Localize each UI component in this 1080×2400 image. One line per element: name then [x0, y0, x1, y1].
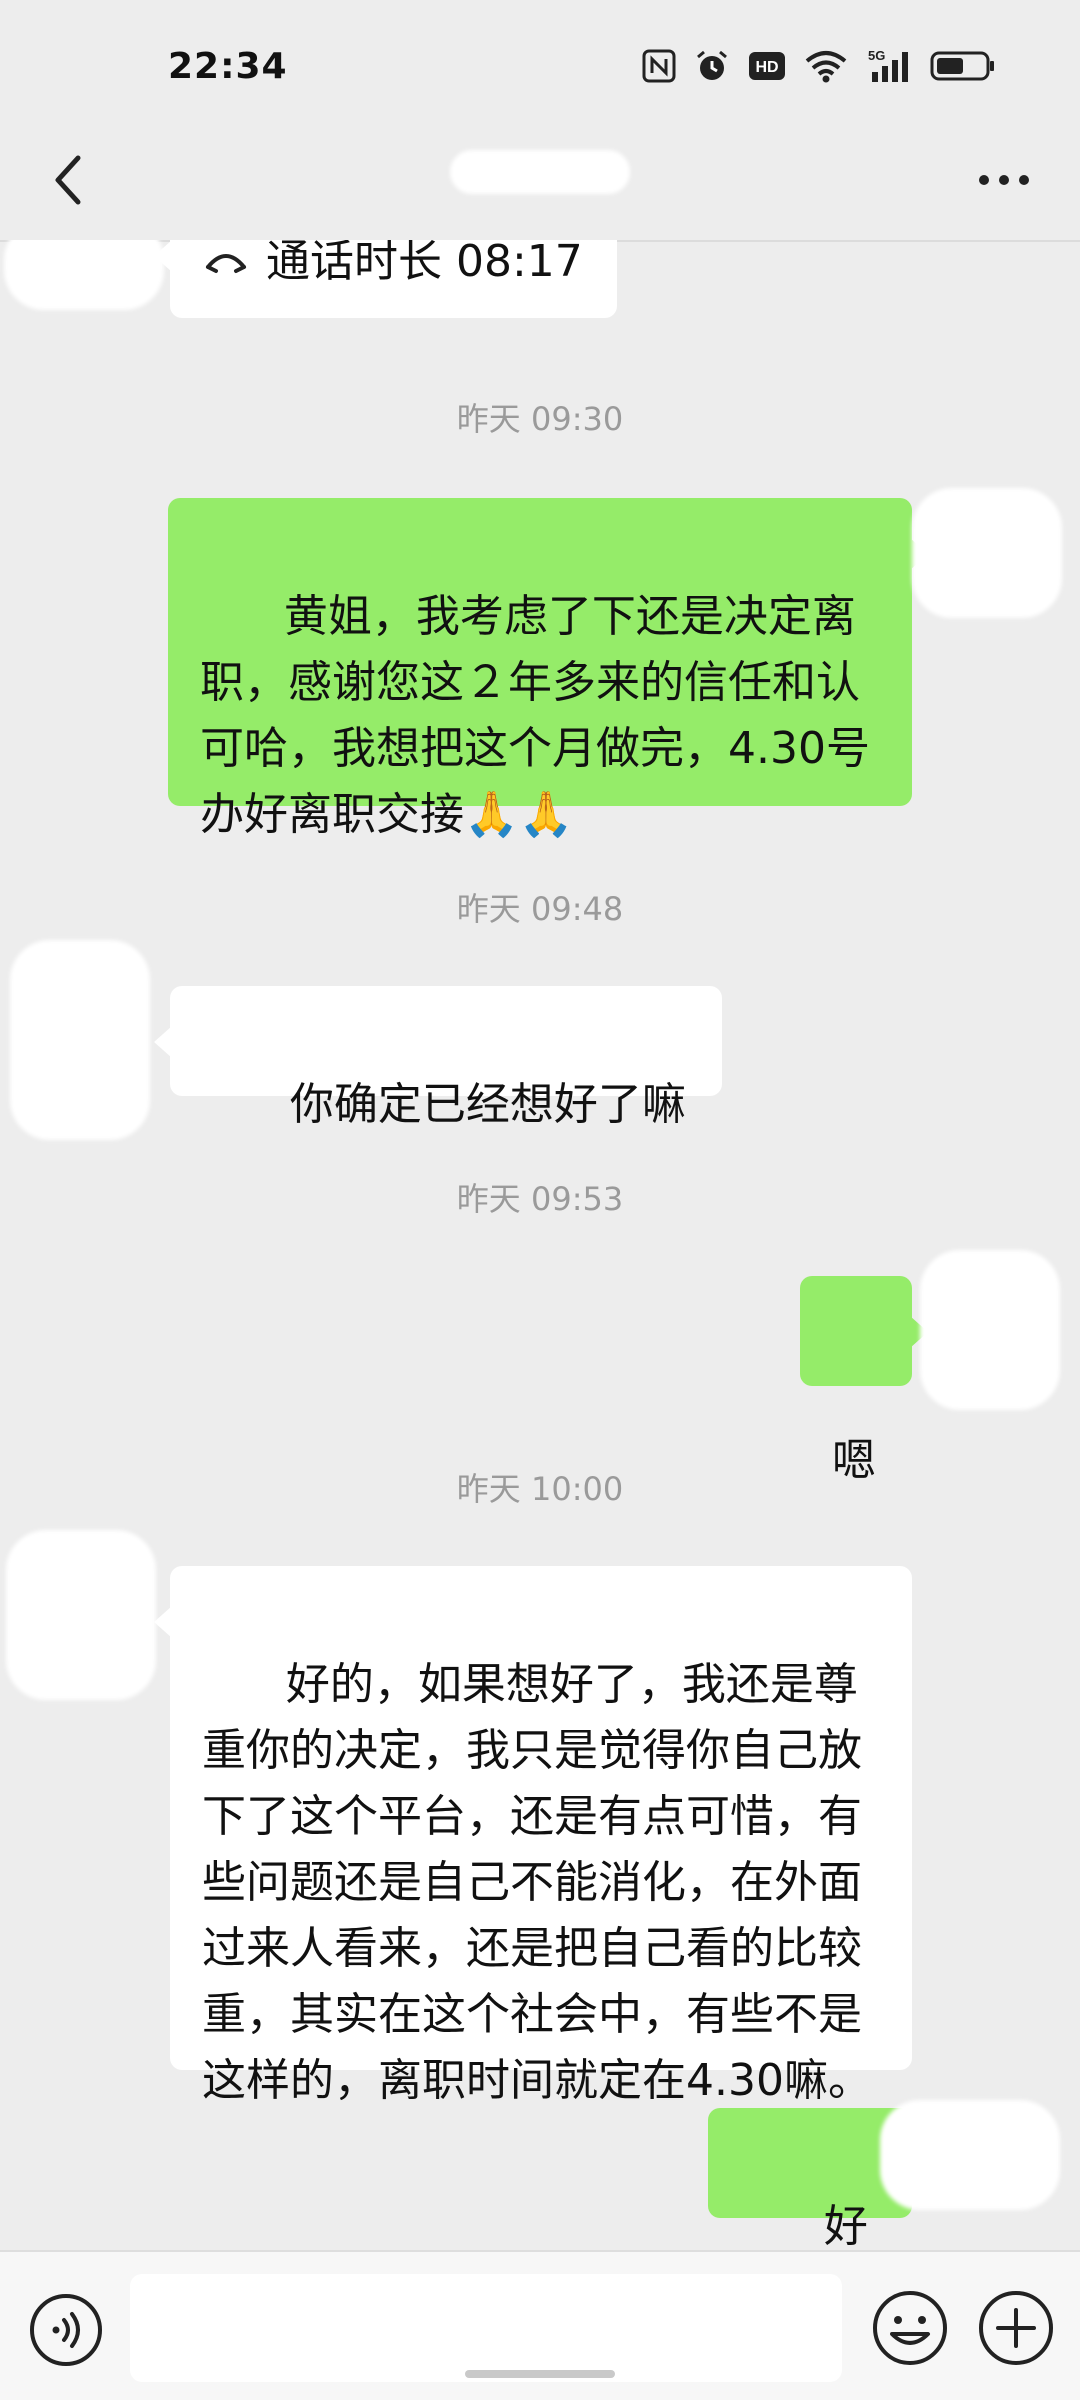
- emoji-button[interactable]: [870, 2288, 950, 2368]
- emoji-icon: [873, 2291, 947, 2365]
- status-bar: 22:34 HD 5G: [0, 0, 1080, 140]
- back-button[interactable]: [32, 144, 104, 216]
- redaction: [912, 488, 1062, 618]
- message-text: 好的哈: [823, 2201, 868, 2250]
- wifi-icon: [805, 51, 847, 83]
- redaction: [6, 1530, 156, 1700]
- redaction: [920, 1250, 1060, 1410]
- message-text: 你确定已经想好了嘛: [289, 1079, 686, 1130]
- redaction: [10, 940, 150, 1140]
- nfc-icon: [642, 49, 676, 83]
- message-list[interactable]: 通话时长 08:17 昨天 09:30 黄姐，我考虑了下还是决定离职，感谢您这２…: [0, 240, 1080, 2250]
- battery-icon: [930, 51, 994, 81]
- message-input[interactable]: [130, 2274, 842, 2382]
- redaction: [880, 2100, 1060, 2210]
- timestamp: 昨天 09:48: [456, 890, 624, 928]
- received-message-bubble[interactable]: 好的，如果想好了，我还是尊重你的决定，我只是觉得你自己放下了这个平台，还是有点可…: [154, 1566, 912, 2106]
- signal-icon: 5G: [868, 48, 908, 82]
- timestamp: 昨天 09:30: [456, 400, 624, 438]
- chat-header: [0, 120, 1080, 242]
- timestamp: 昨天 09:53: [456, 1180, 624, 1218]
- more-horizontal-icon: [979, 175, 1029, 185]
- phone-call-icon: [206, 254, 246, 273]
- status-time: 22:34: [168, 46, 288, 87]
- call-record-bubble[interactable]: 通话时长 08:17: [154, 240, 617, 318]
- sent-message-bubble[interactable]: 嗯: [800, 1276, 928, 1486]
- status-icons: HD 5G: [642, 48, 996, 84]
- more-actions-button[interactable]: [976, 2288, 1056, 2368]
- contact-name-redacted: [440, 144, 640, 204]
- received-message-bubble[interactable]: 你确定已经想好了嘛: [154, 986, 722, 1130]
- more-button[interactable]: [968, 148, 1040, 212]
- svg-text:5G: 5G: [868, 48, 885, 63]
- home-indicator[interactable]: [465, 2370, 615, 2378]
- call-duration-text: 通话时长 08:17: [266, 240, 583, 287]
- voice-icon: [30, 2294, 102, 2366]
- chat-screen: 22:34 HD 5G 通话时长 08:17 昨天 09:30 黄姐，我考虑了下…: [0, 0, 1080, 2400]
- hd-icon: HD: [749, 52, 785, 80]
- alarm-icon: [697, 50, 727, 80]
- voice-button[interactable]: [28, 2292, 104, 2368]
- folded-hands-emoji: 🙏🙏: [464, 789, 574, 840]
- svg-text:HD: HD: [755, 59, 778, 76]
- chevron-left-icon: [55, 155, 81, 205]
- message-text: 好的，如果想好了，我还是尊重你的决定，我只是觉得你自己放下了这个平台，还是有点可…: [202, 1659, 872, 2106]
- timestamp: 昨天 10:00: [456, 1470, 624, 1508]
- sent-message-bubble[interactable]: 黄姐，我考虑了下还是决定离职，感谢您这２年多来的信任和认可哈，我想把这个月做完，…: [168, 498, 928, 840]
- plus-icon: [979, 2291, 1053, 2365]
- redaction: [4, 240, 164, 310]
